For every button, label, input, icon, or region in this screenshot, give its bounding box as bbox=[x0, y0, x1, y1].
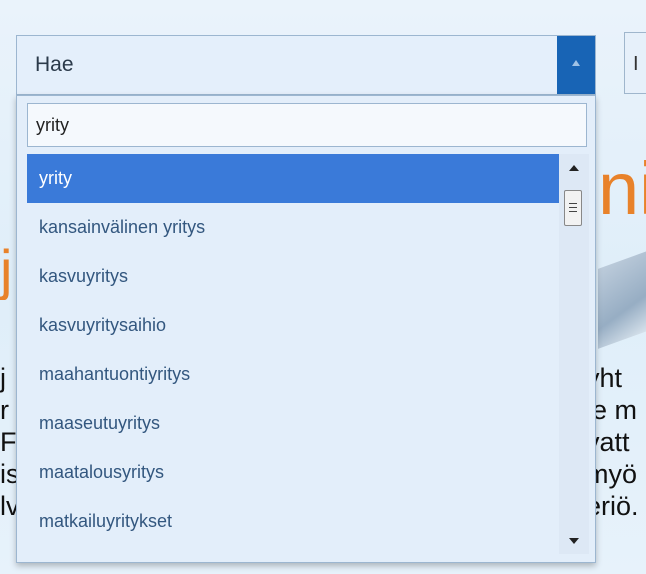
option-item[interactable]: maaseutuyritys bbox=[27, 399, 559, 448]
background-heading-fragment: ni bbox=[598, 147, 646, 230]
background-image-fragment bbox=[598, 247, 646, 349]
combobox-label: Hae bbox=[35, 53, 74, 76]
scroll-up-arrow-icon[interactable] bbox=[559, 158, 589, 180]
option-item[interactable]: matkailuyritykset bbox=[27, 497, 559, 546]
search-combobox[interactable]: Hae bbox=[16, 35, 596, 95]
option-list: yrity kansainvälinen yritys kasvuyritys … bbox=[27, 154, 559, 554]
option-item[interactable]: kasvuyritys bbox=[27, 252, 559, 301]
option-item[interactable]: kasvuyritysaihio bbox=[27, 301, 559, 350]
triangle-up-icon[interactable] bbox=[557, 36, 595, 94]
scroll-down-arrow-icon[interactable] bbox=[559, 530, 589, 552]
scroll-thumb-grip-icon[interactable] bbox=[564, 190, 582, 226]
option-item[interactable]: yrity bbox=[27, 154, 559, 203]
option-list-scrollbar[interactable] bbox=[559, 154, 589, 554]
option-item[interactable]: maatalousyritys bbox=[27, 448, 559, 497]
background-right-field[interactable]: I bbox=[624, 32, 646, 94]
combobox-dropdown: yrity kansainvälinen yritys kasvuyritys … bbox=[16, 95, 596, 563]
option-item[interactable]: maahantuontiyritys bbox=[27, 350, 559, 399]
option-item[interactable]: kansainvälinen yritys bbox=[27, 203, 559, 252]
dropdown-search-input[interactable] bbox=[27, 103, 587, 147]
